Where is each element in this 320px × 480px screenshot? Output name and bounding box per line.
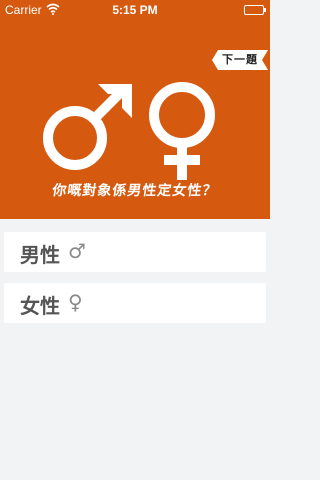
- option-female[interactable]: 女性 ♀: [4, 283, 266, 323]
- gender-symbols-icon: [43, 82, 215, 180]
- male-symbol-icon: ♂: [68, 239, 86, 263]
- option-male-label: 男性: [20, 243, 60, 267]
- next-question-button[interactable]: 下一題: [212, 50, 268, 70]
- status-time: 5:15 PM: [112, 3, 158, 17]
- option-female-label: 女性: [20, 294, 60, 318]
- battery-icon: [244, 5, 266, 15]
- status-bar: Carrier 5:15 PM: [0, 0, 270, 20]
- option-male[interactable]: 男性 ♂: [4, 232, 266, 272]
- question-header: 下一題 你嘅對象係男性定女性？: [0, 20, 270, 219]
- female-symbol-icon: ♀: [68, 290, 83, 314]
- question-text: 你嘅對象係男性定女性？: [51, 183, 219, 199]
